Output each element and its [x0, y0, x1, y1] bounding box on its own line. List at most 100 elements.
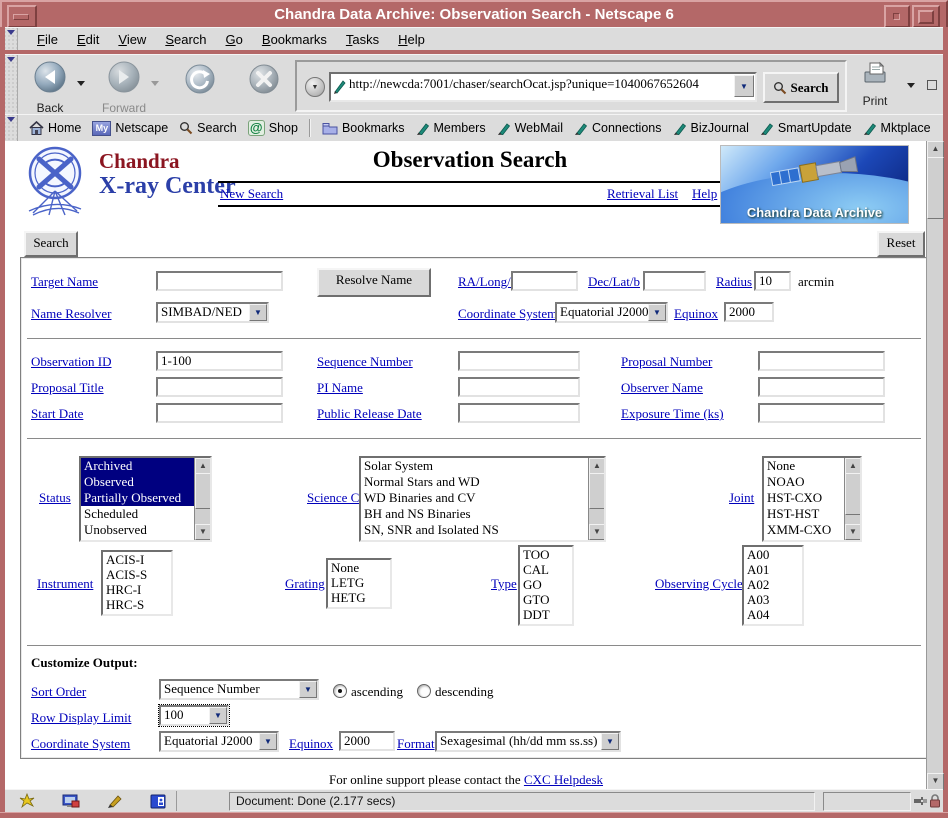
ascending-radio[interactable] [333, 684, 347, 698]
list-option[interactable]: SN, SNR and Isolated NS [361, 522, 589, 538]
navigator-icon[interactable] [19, 793, 35, 809]
back-dropdown-icon[interactable] [77, 81, 85, 86]
pi-name-link[interactable]: PI Name [317, 380, 363, 396]
menubar-grippy[interactable] [5, 28, 18, 51]
row-display-limit-select[interactable]: 100 ▼ [159, 705, 229, 726]
public-release-date-input[interactable] [458, 403, 580, 423]
target-name-link[interactable]: Target Name [31, 274, 98, 290]
new-search-link[interactable]: New Search [220, 186, 283, 202]
name-resolver-select[interactable]: SIMBAD/NED ▼ [156, 302, 269, 323]
bookmark-bizjournal[interactable]: BizJournal [673, 121, 749, 135]
bookmark-mktplace[interactable]: Mktplace [863, 121, 931, 135]
menu-go[interactable]: Go [226, 32, 243, 47]
addressbook-icon[interactable] [150, 794, 166, 809]
online-plug-icon[interactable] [913, 794, 928, 808]
list-option[interactable]: HETG [328, 590, 390, 605]
radius-link[interactable]: Radius [716, 274, 752, 290]
equinox-input[interactable] [724, 302, 774, 322]
observer-name-link[interactable]: Observer Name [621, 380, 703, 396]
list-option[interactable]: GO [520, 577, 572, 592]
name-resolver-link[interactable]: Name Resolver [31, 306, 112, 322]
navbar-grippy[interactable] [5, 55, 18, 115]
start-date-link[interactable]: Start Date [31, 406, 83, 422]
personalbar-grippy[interactable] [5, 115, 18, 141]
back-button[interactable]: Back [27, 59, 73, 115]
ra-input[interactable] [511, 271, 578, 291]
instrument-link[interactable]: Instrument [37, 576, 93, 592]
row-display-limit-link[interactable]: Row Display Limit [31, 710, 131, 726]
list-option[interactable]: Scheduled [81, 506, 195, 522]
sequence-number-input[interactable] [458, 351, 580, 371]
reset-button[interactable]: Reset [877, 231, 925, 257]
format-select[interactable]: Sexagesimal (hh/dd mm ss.ss) ▼ [435, 731, 621, 752]
ra-link[interactable]: RA/Long/l [458, 274, 514, 290]
bookmark-members[interactable]: Members [416, 121, 486, 135]
observer-name-input[interactable] [758, 377, 885, 397]
help-link[interactable]: Help [692, 186, 717, 202]
search-submit-button[interactable]: Search [24, 231, 78, 257]
bookmark-webmail[interactable]: WebMail [497, 121, 563, 135]
pi-name-input[interactable] [458, 377, 580, 397]
list-option[interactable]: None [764, 458, 845, 474]
list-option[interactable]: HST-HST [764, 506, 845, 522]
scroll-down-icon[interactable]: ▼ [589, 524, 605, 540]
descending-radio[interactable] [417, 684, 431, 698]
output-equinox-link[interactable]: Equinox [289, 736, 333, 752]
list-option[interactable]: TOO [520, 547, 572, 562]
observation-id-input[interactable] [156, 351, 283, 371]
scrollbar-thumb[interactable] [589, 473, 605, 509]
list-option[interactable]: DDT [520, 607, 572, 622]
list-option[interactable]: None [328, 560, 390, 575]
list-option[interactable]: Unobserved [81, 522, 195, 538]
scroll-down-icon[interactable]: ▼ [927, 773, 944, 790]
window-menu-button[interactable] [7, 5, 37, 28]
list-option[interactable]: Archived [81, 458, 195, 474]
menu-help[interactable]: Help [398, 32, 425, 47]
target-name-input[interactable] [156, 271, 283, 291]
output-equinox-input[interactable] [339, 731, 395, 751]
list-option[interactable]: GTO [520, 592, 572, 607]
bookmark-bookmarks[interactable]: Bookmarks [322, 121, 405, 135]
composer-icon[interactable] [107, 794, 123, 808]
menu-file[interactable]: File [37, 32, 58, 47]
status-link[interactable]: Status [39, 490, 71, 506]
proposal-title-link[interactable]: Proposal Title [31, 380, 104, 396]
list-option[interactable]: Solar System [361, 458, 589, 474]
dec-input[interactable] [643, 271, 706, 291]
bookmark-home[interactable]: Home [29, 121, 81, 135]
scroll-up-icon[interactable]: ▲ [845, 458, 861, 474]
security-lock-icon[interactable] [929, 794, 941, 808]
exposure-time-input[interactable] [758, 403, 885, 423]
page-proxy-icon[interactable]: ▼ [305, 77, 325, 97]
list-option[interactable]: Observed [81, 474, 195, 490]
menu-edit[interactable]: Edit [77, 32, 99, 47]
grating-link[interactable]: Grating [285, 576, 325, 592]
list-option[interactable]: XMM-CXO [764, 522, 845, 538]
maximize-button[interactable] [912, 5, 940, 28]
list-option[interactable]: NOAO [764, 474, 845, 490]
scroll-up-icon[interactable]: ▲ [195, 458, 211, 474]
url-search-button[interactable]: Search [763, 72, 839, 103]
scrollbar-thumb[interactable] [927, 157, 944, 219]
dec-link[interactable]: Dec/Lat/b [588, 274, 640, 290]
output-coordinate-system-select[interactable]: Equatorial J2000 ▼ [159, 731, 279, 752]
list-option[interactable]: A01 [744, 562, 802, 577]
observing-cycle-link[interactable]: Observing Cycle [655, 576, 743, 592]
list-option[interactable]: CAL [520, 562, 572, 577]
bookmark-connections[interactable]: Connections [574, 121, 662, 135]
print-dropdown-icon[interactable] [907, 83, 915, 88]
format-link[interactable]: Format [397, 736, 435, 752]
equinox-link[interactable]: Equinox [674, 306, 718, 322]
list-option[interactable]: A00 [744, 547, 802, 562]
bookmark-smartupdate[interactable]: SmartUpdate [760, 121, 852, 135]
proposal-number-input[interactable] [758, 351, 885, 371]
proposal-number-link[interactable]: Proposal Number [621, 354, 712, 370]
exposure-time-link[interactable]: Exposure Time (ks) [621, 406, 724, 422]
list-option[interactable]: Partially Observed [81, 490, 195, 506]
radius-input[interactable] [754, 271, 791, 291]
menu-tasks[interactable]: Tasks [346, 32, 379, 47]
forward-dropdown-icon[interactable] [151, 81, 159, 86]
list-option[interactable]: A04 [744, 607, 802, 622]
joint-link[interactable]: Joint [729, 490, 754, 506]
scrollbar-thumb[interactable] [845, 473, 861, 515]
